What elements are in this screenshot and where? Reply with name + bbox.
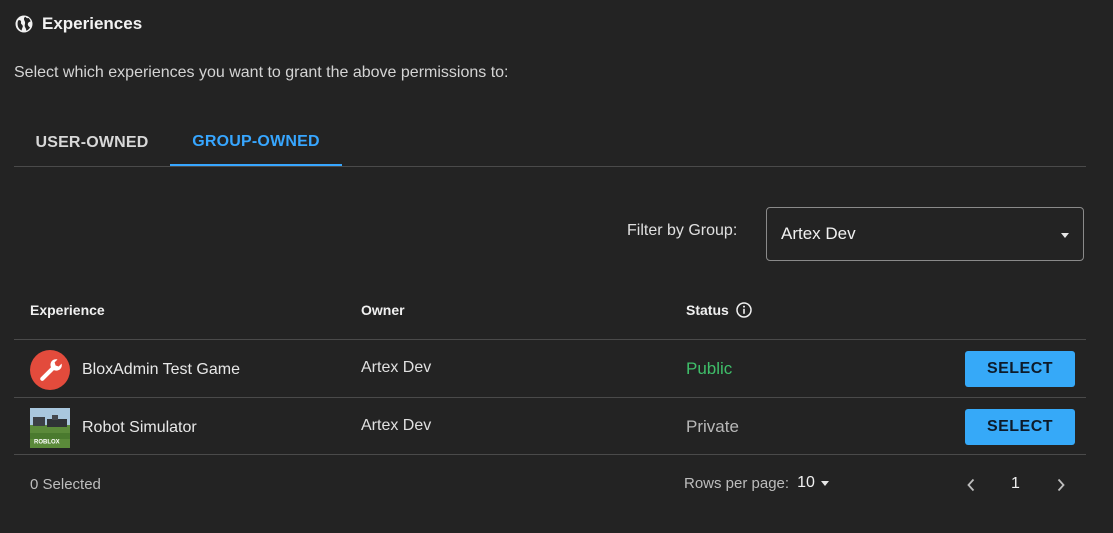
- info-icon[interactable]: [736, 302, 752, 318]
- rows-per-page-label: Rows per page:: [684, 474, 790, 492]
- rows-per-page: Rows per page: 10: [684, 474, 829, 492]
- current-page: 1: [1011, 475, 1020, 492]
- select-button[interactable]: SELECT: [965, 351, 1075, 387]
- experience-name: Robot Simulator: [82, 419, 197, 436]
- caret-down-icon: [820, 480, 829, 486]
- group-filter-value: Artex Dev: [781, 224, 856, 243]
- section-header: Experiences: [15, 14, 142, 34]
- status-badge: Private: [686, 417, 739, 436]
- table-row: ROBLOX Robot Simulator Artex Dev Private…: [14, 398, 1086, 455]
- group-filter-dropdown[interactable]: Artex Dev: [766, 207, 1084, 261]
- experience-owner: Artex Dev: [361, 359, 432, 376]
- robot-simulator-thumbnail: ROBLOX: [30, 408, 70, 448]
- section-description: Select which experiences you want to gra…: [14, 64, 509, 81]
- tab-group-owned[interactable]: GROUP-OWNED: [170, 120, 342, 166]
- chevron-left-icon: [967, 478, 975, 492]
- rows-per-page-dropdown[interactable]: 10: [797, 474, 829, 492]
- table-row: BloxAdmin Test Game Artex Dev Public SEL…: [14, 340, 1086, 397]
- table-divider: [14, 454, 1086, 455]
- experience-name: BloxAdmin Test Game: [82, 361, 240, 378]
- selected-count: 0 Selected: [30, 476, 101, 493]
- tab-user-owned[interactable]: USER-OWNED: [14, 120, 170, 166]
- next-page-button[interactable]: [1051, 474, 1071, 496]
- section-title: Experiences: [42, 14, 143, 33]
- column-header-experience: Experience: [30, 302, 105, 318]
- select-button[interactable]: SELECT: [965, 409, 1075, 445]
- column-header-status-label: Status: [686, 302, 729, 318]
- experiences-panel: Experiences Select which experiences you…: [0, 0, 1113, 533]
- column-header-owner: Owner: [361, 302, 405, 318]
- dropdown-caret-icon: [1061, 233, 1069, 238]
- experience-owner: Artex Dev: [361, 417, 432, 434]
- chevron-right-icon: [1057, 478, 1065, 492]
- rows-per-page-value: 10: [797, 474, 815, 491]
- filter-by-group-label: Filter by Group:: [627, 222, 738, 239]
- status-badge: Public: [686, 359, 733, 378]
- ownership-tabs: USER-OWNED GROUP-OWNED: [14, 120, 1086, 167]
- column-header-status: Status: [686, 302, 752, 318]
- bloxadmin-wrench-icon: [30, 350, 70, 390]
- previous-page-button[interactable]: [961, 474, 981, 496]
- globe-icon: [15, 15, 33, 33]
- thumbnail-logo-text: ROBLOX: [34, 440, 60, 446]
